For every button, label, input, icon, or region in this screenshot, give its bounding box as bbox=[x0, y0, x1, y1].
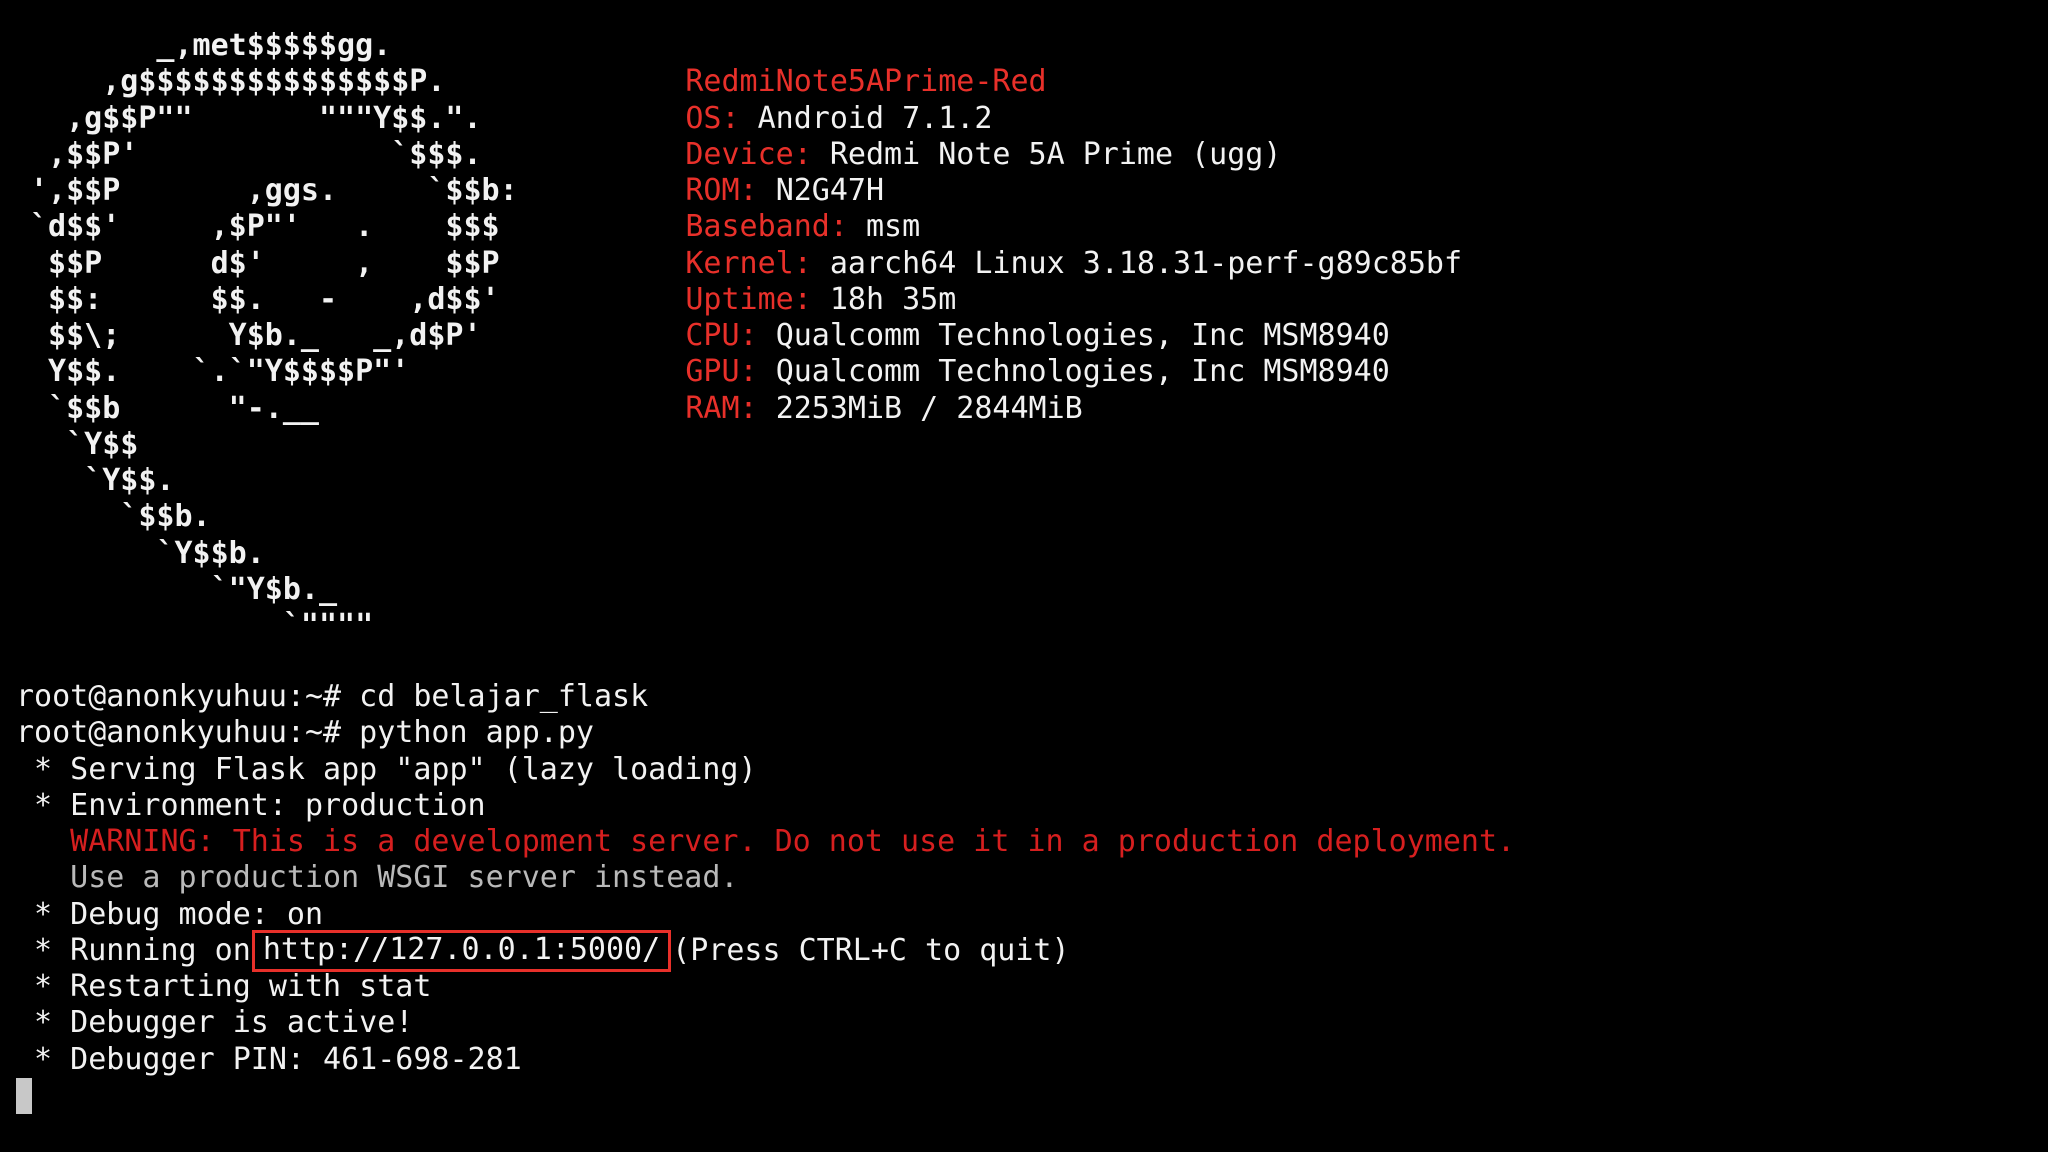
logo-line: ',$$P ,ggs. `$$b: bbox=[30, 173, 518, 208]
command-text: cd belajar_flask bbox=[359, 679, 649, 714]
shell-prompt: root@anonkyuhuu:~# bbox=[16, 679, 342, 714]
running-prefix: * Running on bbox=[16, 932, 251, 968]
output-debug-mode: * Debug mode: on bbox=[16, 896, 324, 932]
baseband-value: msm bbox=[866, 209, 921, 245]
logo-line: Y$$. `.`"Y$$$$P"' bbox=[30, 354, 410, 390]
output-debugger-active: * Debugger is active! bbox=[16, 1005, 414, 1041]
logo-line: `$$b. bbox=[30, 499, 211, 535]
terminal-screen[interactable]: _,met$$$$$gg. ,g$$$$$$$$$$$$$$$P. ,g$$P"… bbox=[0, 0, 2048, 1152]
rom-label: ROM: bbox=[685, 173, 758, 208]
cpu-label: CPU: bbox=[685, 318, 758, 353]
gpu-value: Qualcomm Technologies, Inc MSM8940 bbox=[775, 354, 1390, 390]
uptime-value: 18h 35m bbox=[829, 281, 957, 317]
output-restarting: * Restarting with stat bbox=[16, 969, 432, 1004]
logo-line: `d$$' ,$P"' . $$$ bbox=[30, 209, 500, 245]
command-line-cd: root@anonkyuhuu:~# cd belajar_flask bbox=[16, 679, 1515, 715]
output-debugger-pin: * Debugger PIN: 461-698-281 bbox=[16, 1041, 522, 1077]
output-serving: * Serving Flask app "app" (lazy loading) bbox=[16, 751, 757, 787]
hostname: RedmiNote5APrime-Red bbox=[685, 64, 1047, 100]
logo-line: $$\; Y$b._ _,d$P' bbox=[30, 318, 482, 353]
cursor-line bbox=[16, 1077, 1515, 1114]
logo-line: `Y$$ bbox=[30, 426, 139, 462]
logo-line: `Y$$b. bbox=[30, 535, 265, 571]
text-cursor bbox=[16, 1077, 32, 1114]
logo-line: `"""" bbox=[30, 608, 374, 643]
logo-line: $$P d$' , $$P bbox=[30, 245, 500, 281]
uptime-label: Uptime: bbox=[685, 281, 812, 317]
debian-ascii-logo: _,met$$$$$gg. ,g$$$$$$$$$$$$$$$P. ,g$$P"… bbox=[30, 28, 518, 644]
output-running-on: * Running on http://127.0.0.1:5000/(Press… bbox=[16, 929, 1515, 972]
cpu-value: Qualcomm Technologies, Inc MSM8940 bbox=[775, 318, 1390, 353]
output-warning-hint: Use a production WSGI server instead. bbox=[16, 860, 739, 896]
logo-line: $$: $$. - ,d$$' bbox=[30, 281, 500, 317]
logo-line: `"Y$b._ bbox=[30, 571, 338, 607]
os-label: OS: bbox=[685, 100, 740, 136]
kernel-label: Kernel: bbox=[685, 245, 812, 281]
logo-line: ,g$$P"" """Y$$.". bbox=[30, 100, 482, 136]
ram-label: RAM: bbox=[685, 390, 758, 426]
kernel-value: aarch64 Linux 3.18.31-perf-g89c85bf bbox=[829, 245, 1463, 281]
running-suffix: (Press CTRL+C to quit) bbox=[672, 932, 1070, 968]
hostname-row: RedmiNote5APrime-Red bbox=[577, 28, 1462, 99]
logo-line: _,met$$$$$gg. bbox=[30, 28, 392, 63]
device-value: Redmi Note 5A Prime (ugg) bbox=[829, 136, 1282, 172]
logo-line: `Y$$. bbox=[30, 463, 175, 498]
output-environment: * Environment: production bbox=[16, 787, 486, 823]
baseband-label: Baseband: bbox=[685, 209, 848, 245]
terminal-output[interactable]: root@anonkyuhuu:~# cd belajar_flask root… bbox=[16, 679, 1515, 1114]
rom-value: N2G47H bbox=[775, 173, 885, 208]
logo-line: `$$b "-.__ bbox=[30, 390, 319, 426]
command-text: python app.py bbox=[359, 715, 594, 751]
output-warning: WARNING: This is a development server. D… bbox=[16, 824, 1516, 859]
gpu-label: GPU: bbox=[685, 354, 758, 390]
shell-prompt: root@anonkyuhuu:~# bbox=[16, 715, 342, 751]
server-url-link[interactable]: http://127.0.0.1:5000/ bbox=[251, 929, 672, 972]
logo-line: ,$$P' `$$$. bbox=[30, 136, 482, 172]
logo-line: ,g$$$$$$$$$$$$$$$P. bbox=[30, 64, 446, 100]
os-value: Android 7.1.2 bbox=[757, 100, 993, 136]
ram-value: 2253MiB / 2844MiB bbox=[775, 390, 1083, 426]
system-info-panel: RedmiNote5APrime-Red OS: Android 7.1.2 D… bbox=[577, 28, 1463, 425]
device-label: Device: bbox=[685, 136, 812, 172]
command-line-python: root@anonkyuhuu:~# python app.py bbox=[16, 715, 1515, 751]
